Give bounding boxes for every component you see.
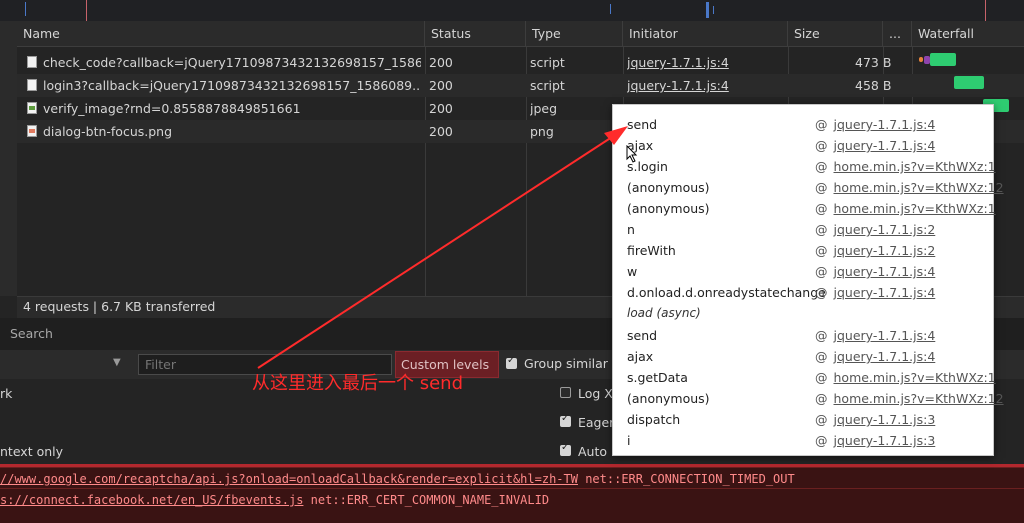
annotation-arrow bbox=[257, 126, 628, 369]
arrow-shaft bbox=[257, 136, 613, 369]
mouse-cursor-icon bbox=[626, 145, 638, 163]
annotation-text: 从这里进入最后一个 send bbox=[252, 373, 464, 394]
arrow-head bbox=[604, 126, 628, 145]
